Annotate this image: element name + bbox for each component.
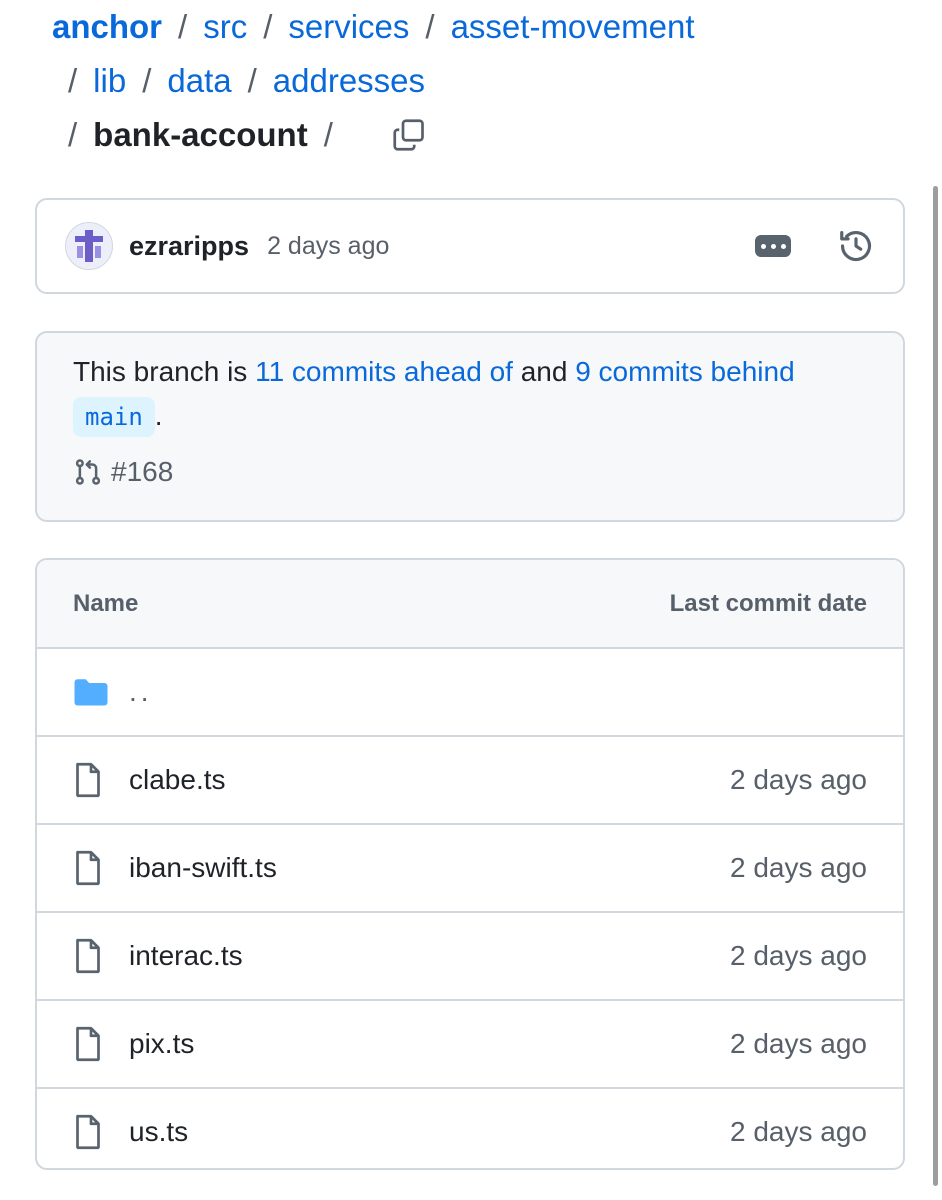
file-icon-wrap bbox=[73, 1026, 111, 1062]
breadcrumb: anchor / src / services / asset-movement… bbox=[52, 0, 912, 162]
column-header-last-commit-date: Last commit date bbox=[669, 589, 867, 617]
file-row[interactable]: iban-swift.ts 2 days ago bbox=[37, 825, 903, 913]
branch-status-and: and bbox=[520, 356, 568, 387]
breadcrumb-link-asset-movement[interactable]: asset-movement bbox=[451, 0, 695, 54]
file-icon-wrap bbox=[73, 762, 111, 798]
breadcrumb-separator: / bbox=[247, 62, 257, 99]
file-name-link[interactable]: iban-swift.ts bbox=[129, 852, 277, 884]
git-pull-request-icon bbox=[75, 459, 101, 485]
branch-status-period: . bbox=[154, 400, 163, 431]
file-name-link[interactable]: us.ts bbox=[129, 1116, 188, 1148]
branch-status-prefix: This branch is bbox=[73, 356, 248, 387]
breadcrumb-separator: / bbox=[68, 116, 78, 153]
commits-behind-link[interactable]: 9 commits behind bbox=[575, 356, 794, 387]
commits-ahead-link[interactable]: 11 commits ahead of bbox=[255, 356, 513, 387]
pull-request-number: #168 bbox=[111, 456, 174, 487]
file-row[interactable]: pix.ts 2 days ago bbox=[37, 1001, 903, 1089]
file-icon-wrap bbox=[73, 850, 111, 886]
identicon-icon bbox=[69, 226, 109, 266]
breadcrumb-separator: / bbox=[323, 116, 333, 153]
file-icon-wrap bbox=[73, 1114, 111, 1150]
parent-directory-label: .. bbox=[129, 676, 153, 707]
history-icon bbox=[840, 230, 872, 262]
commit-actions bbox=[755, 227, 875, 265]
branch-status-text: This branch is 11 commits ahead of and 9… bbox=[73, 351, 867, 437]
folder-icon-wrap bbox=[73, 677, 111, 707]
breadcrumb-link-addresses[interactable]: addresses bbox=[273, 54, 425, 108]
file-icon bbox=[76, 1026, 100, 1062]
scrollbar[interactable] bbox=[933, 186, 938, 1186]
breadcrumb-separator: / bbox=[425, 8, 435, 45]
breadcrumb-separator: / bbox=[68, 62, 78, 99]
breadcrumb-line-1: anchor / src / services / asset-movement bbox=[52, 0, 912, 54]
breadcrumb-separator: / bbox=[263, 8, 273, 45]
file-last-commit-date: 2 days ago bbox=[730, 940, 867, 971]
avatar[interactable] bbox=[65, 222, 113, 270]
file-row[interactable]: clabe.ts 2 days ago bbox=[37, 737, 903, 825]
file-icon bbox=[76, 938, 100, 974]
latest-commit-card: ezraripps 2 days ago bbox=[35, 198, 905, 294]
file-row[interactable]: us.ts 2 days ago bbox=[37, 1089, 903, 1168]
file-icon-wrap bbox=[73, 938, 111, 974]
kebab-horizontal-icon bbox=[780, 243, 786, 249]
breadcrumb-line-2: / lib / data / addresses bbox=[52, 54, 912, 108]
file-name-link[interactable]: interac.ts bbox=[129, 940, 243, 972]
breadcrumb-separator: / bbox=[142, 62, 152, 99]
breadcrumb-link-services[interactable]: services bbox=[288, 0, 409, 54]
file-name-link[interactable]: clabe.ts bbox=[129, 764, 226, 796]
commit-author-link[interactable]: ezraripps bbox=[129, 231, 249, 262]
breadcrumb-separator: / bbox=[178, 8, 188, 45]
file-last-commit-date: 2 days ago bbox=[730, 1116, 867, 1147]
file-icon bbox=[76, 762, 100, 798]
breadcrumb-link-data[interactable]: data bbox=[167, 54, 231, 108]
file-last-commit-date: 2 days ago bbox=[730, 1028, 867, 1059]
breadcrumb-repo-link[interactable]: anchor bbox=[52, 0, 162, 54]
kebab-horizontal-icon bbox=[770, 243, 776, 249]
breadcrumb-line-3: / bank-account / bbox=[52, 108, 912, 162]
column-header-name: Name bbox=[73, 589, 139, 617]
more-options-button[interactable] bbox=[755, 235, 791, 257]
history-button[interactable] bbox=[837, 227, 875, 265]
kebab-horizontal-icon bbox=[760, 243, 766, 249]
parent-directory-row[interactable]: .. bbox=[37, 649, 903, 737]
file-icon bbox=[76, 850, 100, 886]
file-row[interactable]: interac.ts 2 days ago bbox=[37, 913, 903, 1001]
base-branch-chip[interactable]: main bbox=[73, 397, 155, 437]
copy-icon bbox=[393, 119, 424, 151]
file-list-header: Name Last commit date bbox=[37, 560, 903, 649]
breadcrumb-link-src[interactable]: src bbox=[203, 0, 247, 54]
file-last-commit-date: 2 days ago bbox=[730, 764, 867, 795]
breadcrumb-current-directory: bank-account bbox=[93, 116, 308, 153]
file-last-commit-date: 2 days ago bbox=[730, 852, 867, 883]
commit-time: 2 days ago bbox=[267, 231, 390, 260]
file-list: Name Last commit date .. clabe.ts 2 days… bbox=[35, 558, 905, 1170]
file-name-link[interactable]: pix.ts bbox=[129, 1028, 194, 1060]
pull-request-link[interactable]: #168 bbox=[73, 451, 867, 493]
breadcrumb-link-lib[interactable]: lib bbox=[93, 54, 126, 108]
folder-icon bbox=[74, 679, 108, 706]
branch-status-box: This branch is 11 commits ahead of and 9… bbox=[35, 331, 905, 522]
file-icon bbox=[76, 1114, 100, 1150]
copy-path-button[interactable] bbox=[389, 115, 429, 155]
